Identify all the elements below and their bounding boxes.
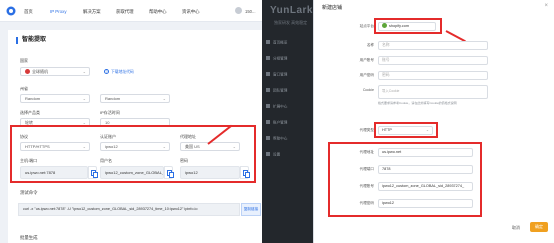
- country-select[interactable]: 全球随机 ⌄: [20, 67, 90, 76]
- globe-icon: [25, 69, 30, 74]
- proxy-type-label: 代理类型: [359, 128, 374, 132]
- close-icon[interactable]: ×: [544, 3, 548, 9]
- user-password-label: 用户密码: [359, 73, 374, 77]
- sidebar-item-groups[interactable]: 分组管理: [266, 56, 287, 62]
- confirm-button[interactable]: 确定: [530, 222, 548, 232]
- sidebar-item-help[interactable]: 帮助中心: [266, 136, 287, 142]
- copy-link-button[interactable]: 复制链接: [241, 203, 261, 216]
- region-code-link[interactable]: ? 下载地址代码: [104, 69, 134, 75]
- name-input[interactable]: 名称: [378, 41, 488, 50]
- user-avatar-icon[interactable]: [235, 7, 242, 14]
- sidebar-item-team[interactable]: 团队管理: [266, 88, 287, 94]
- platform-label: 站点平台: [359, 24, 374, 28]
- nav-solutions[interactable]: 解决方案: [83, 9, 101, 15]
- puzzle-icon: [266, 104, 270, 108]
- window-icon: [266, 72, 270, 76]
- user-account-label: 用户账号: [359, 58, 374, 62]
- user-account-text[interactable]: 150...: [245, 9, 255, 14]
- test-command-label: 测试命令: [20, 190, 38, 195]
- cookie-textarea[interactable]: 导入Cookie: [378, 85, 488, 99]
- cookie-hint: 格式要求请参考Cookie，请在此处填写Cookie的值格式说明: [378, 101, 457, 105]
- sidebar-item-overview[interactable]: 首页概览: [266, 40, 287, 46]
- app-sidebar: YunLark 独家研发 高效稳定 首页概览 分组管理 窗口管理 团队管理 扩展…: [262, 0, 316, 243]
- batch-generate-label: 批量生成: [20, 235, 38, 240]
- test-command-field[interactable]: curl -x "us.ipwo.net:7878" -U "ipwo12_cu…: [18, 203, 240, 216]
- name-label: 名称: [366, 43, 374, 47]
- nav-home[interactable]: 首页: [24, 9, 33, 15]
- nav-ip-pool[interactable]: IP Proxy: [50, 9, 67, 14]
- sidebar-item-windows[interactable]: 窗口管理: [266, 72, 287, 78]
- proxy-host-input[interactable]: us.ipwo.net: [378, 148, 473, 157]
- proxy-port-label: 代理端口: [359, 167, 374, 171]
- country-label: 国家: [20, 58, 28, 63]
- state-label: 州省: [20, 86, 28, 91]
- chevron-down-icon: ⌄: [82, 96, 86, 101]
- proxy-host-label: 代理地址: [359, 150, 374, 154]
- state-select[interactable]: Random ⌄: [20, 94, 90, 103]
- folder-icon: [266, 56, 270, 60]
- annotation-highlight-box: [374, 122, 438, 138]
- user-icon: [266, 120, 270, 124]
- proxy-port-input[interactable]: 7878: [378, 165, 473, 174]
- team-icon: [266, 88, 270, 92]
- proxy-pass-input[interactable]: ipwo12: [378, 199, 473, 208]
- top-navigation: 首页 IP Proxy 解决方案 获取代理 帮助中心 资讯中心 150...: [0, 0, 262, 22]
- sidebar-item-account[interactable]: 账户管理: [266, 120, 287, 126]
- sidebar-item-extensions[interactable]: 扩展中心: [266, 104, 287, 110]
- city-select[interactable]: Random ⌄: [100, 94, 170, 103]
- nav-buy-proxy[interactable]: 获取代理: [116, 9, 134, 15]
- page-title: 智能提取: [16, 37, 46, 44]
- proxy-user-label: 代理账号: [359, 184, 374, 188]
- gear-icon: [266, 152, 270, 156]
- user-account-input[interactable]: 账号: [378, 56, 488, 65]
- nav-help[interactable]: 帮助中心: [149, 9, 167, 15]
- brand-logo: YunLark: [270, 5, 313, 16]
- help-icon: ?: [104, 69, 109, 74]
- modal-title: 新建店铺: [322, 5, 343, 11]
- proxy-pass-label: 代理密码: [359, 201, 374, 205]
- chevron-down-icon: ⌄: [82, 69, 86, 74]
- proxy-extraction-panel: 首页 IP Proxy 解决方案 获取代理 帮助中心 资讯中心 150... 智…: [0, 0, 262, 243]
- sidebar-item-settings[interactable]: 设置: [266, 152, 280, 158]
- nav-resources[interactable]: 资讯中心: [182, 9, 200, 15]
- logo-icon: [6, 6, 16, 16]
- help-icon: [266, 136, 270, 140]
- session-label: IP存活时间: [100, 110, 120, 115]
- annotation-highlight-box: [374, 18, 442, 34]
- proxy-user-input[interactable]: ipwo12_custom_zone_GLOBAL_sid_28937274_: [378, 182, 473, 191]
- user-password-input[interactable]: 密码: [378, 71, 488, 80]
- cancel-button[interactable]: 取消: [512, 225, 520, 231]
- cookie-label: Cookie: [362, 88, 374, 92]
- new-store-modal: 新建店铺 × 站点平台 shopify.com 名称 名称 用户账号 账号 用户…: [313, 0, 554, 243]
- chevron-down-icon: ⌄: [162, 96, 166, 101]
- home-icon: [266, 40, 270, 44]
- brand-slogan: 独家研发 高效稳定: [274, 20, 308, 25]
- product-type-label: 选择产品类: [20, 110, 40, 115]
